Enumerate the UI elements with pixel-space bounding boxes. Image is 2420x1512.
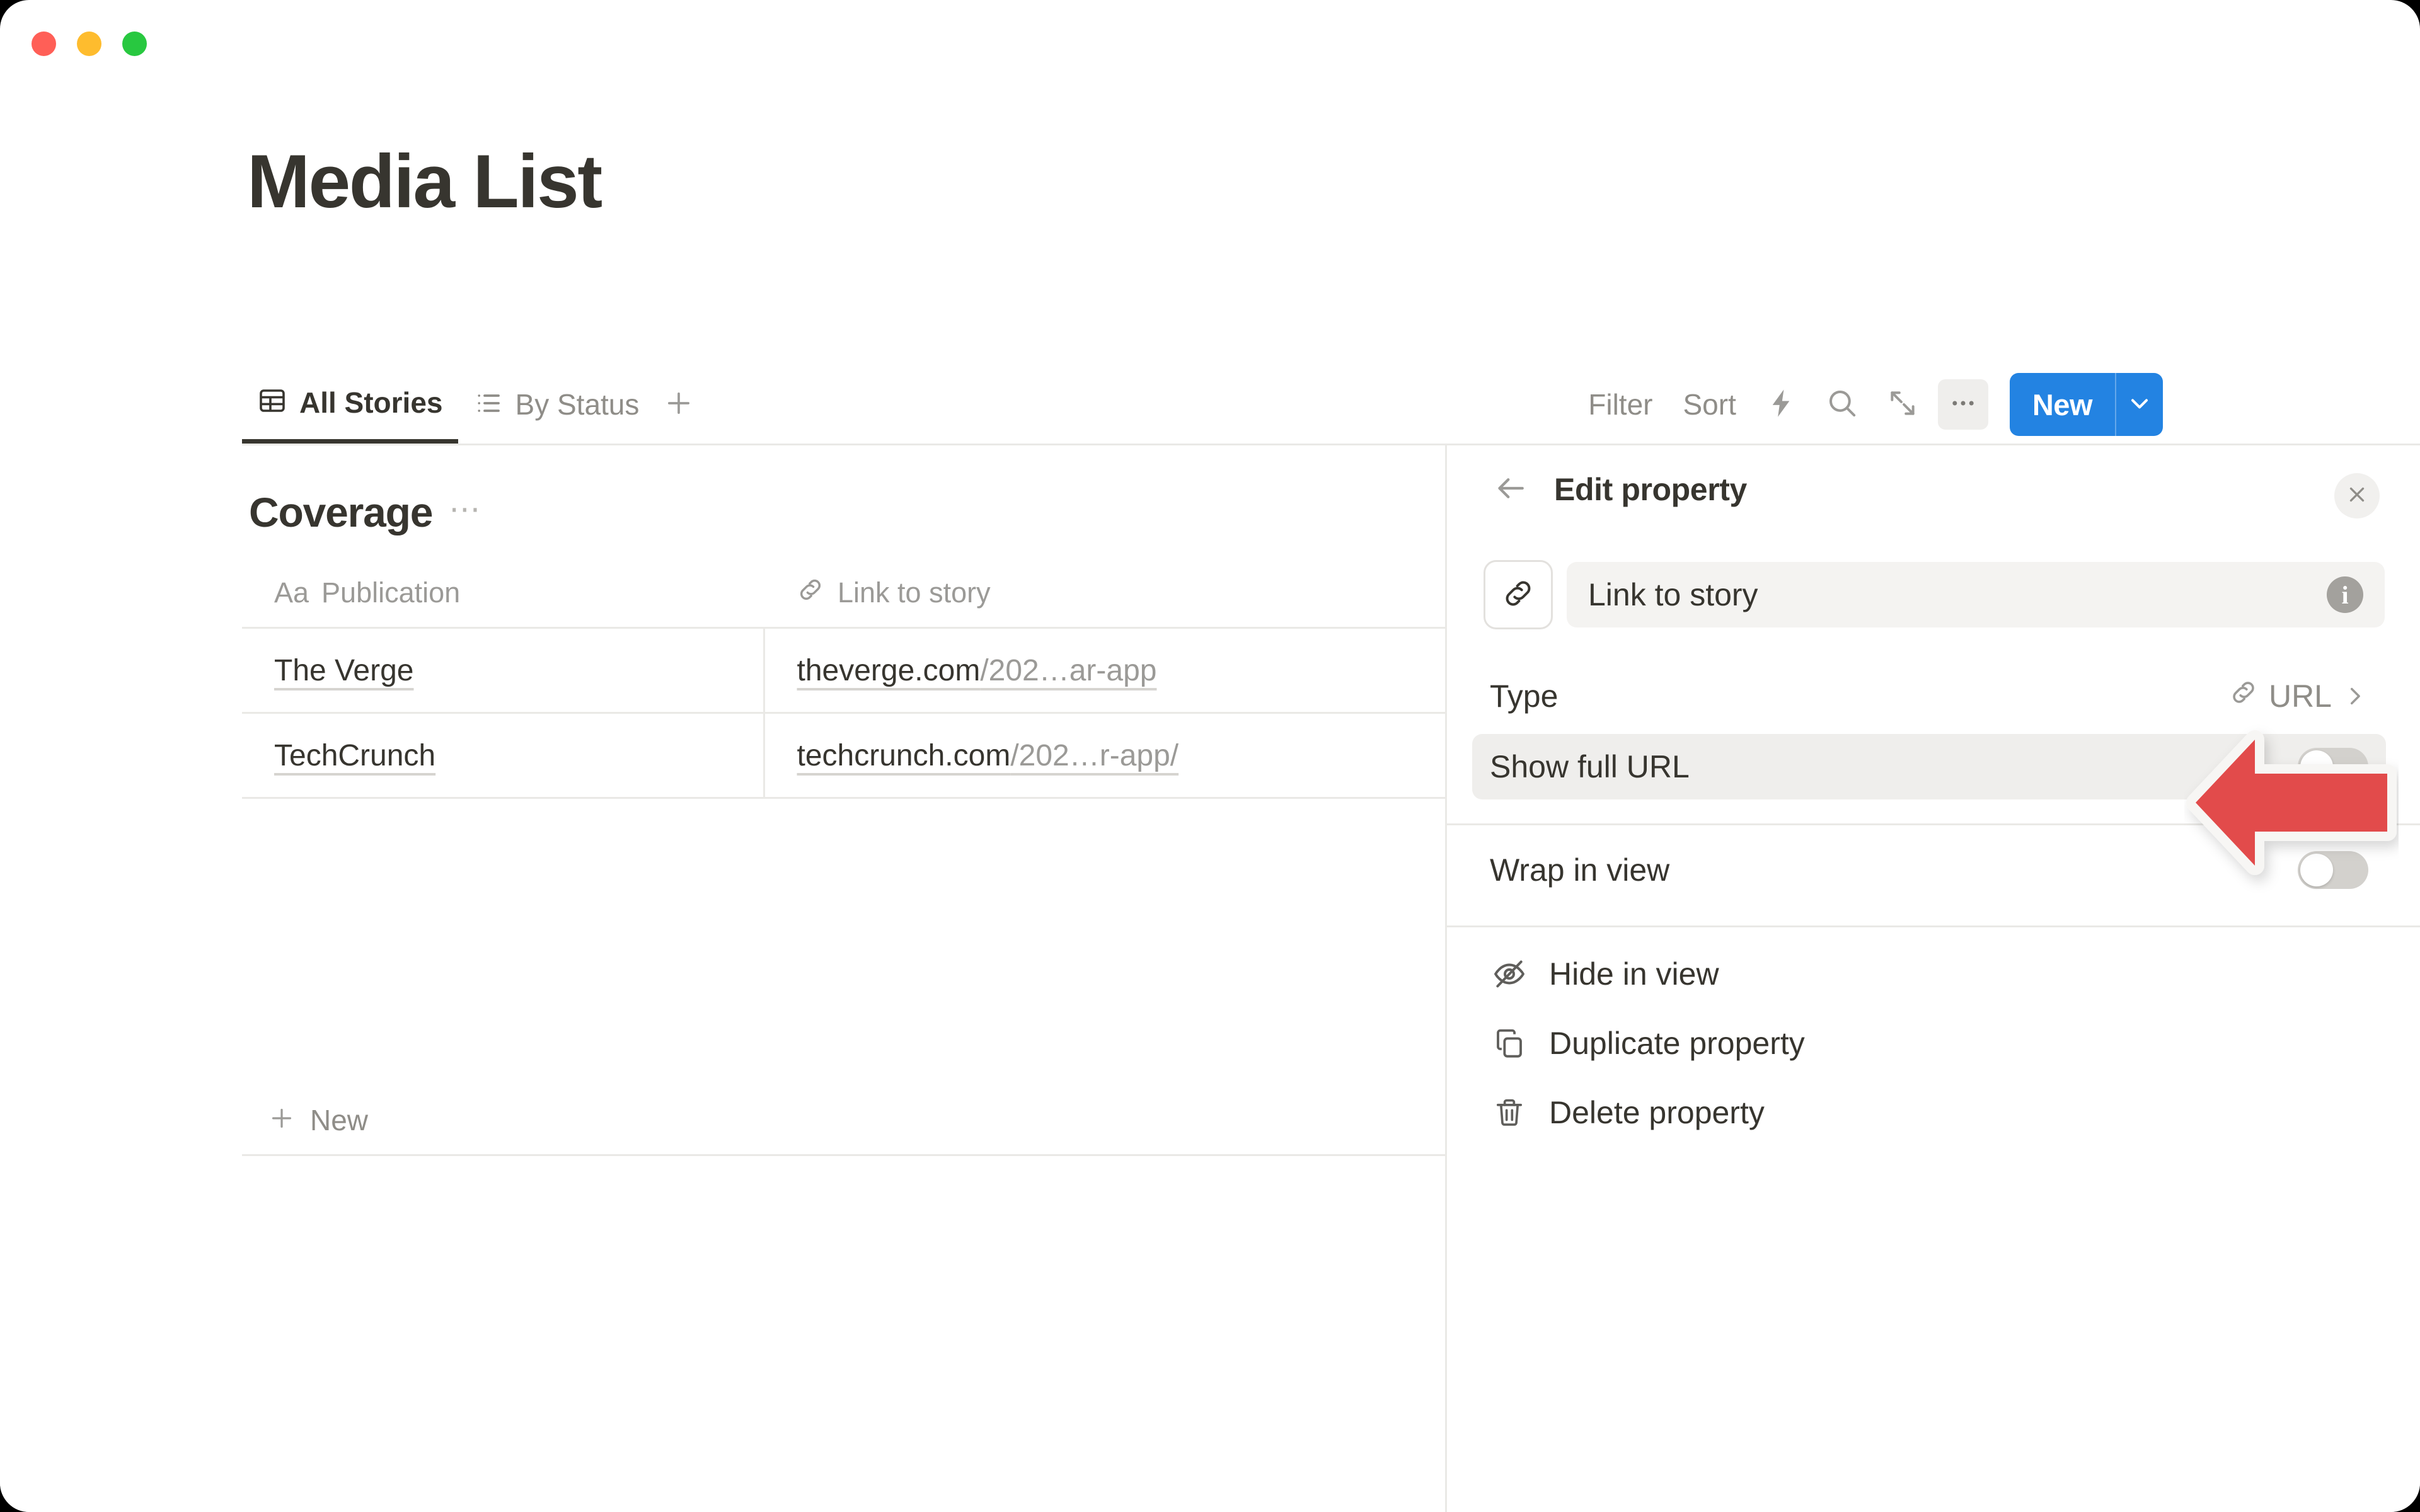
menu-item-label: Duplicate property [1549,1025,1805,1062]
more-options-button[interactable] [1938,379,1988,430]
panel-title: Edit property [1554,471,1747,508]
filter-button[interactable]: Filter [1573,390,1668,419]
chevron-right-icon [2342,683,2368,709]
record-link[interactable]: The Verge [274,654,413,687]
panel-section-divider [1447,823,2420,825]
column-header-publication[interactable]: Aa Publication [242,559,764,628]
table-header-row: Aa Publication Link to [242,559,1452,628]
wrap-in-view-toggle[interactable] [2298,851,2368,889]
view-tabs: All Stories By Status [242,365,703,444]
info-icon[interactable]: i [2327,576,2363,613]
url-link[interactable]: theverge.com/202…ar-app [797,654,1157,687]
panel-header: Edit property [1447,445,2420,534]
page-title: Media List [247,144,601,219]
chevron-down-icon [2126,389,2153,420]
record-link[interactable]: TechCrunch [274,739,435,772]
wrap-in-view-label: Wrap in view [1490,852,2298,888]
url-host: theverge.com [797,654,981,687]
delete-property-menu-item[interactable]: Delete property [1472,1079,2386,1146]
hide-in-view-menu-item[interactable]: Hide in view [1472,941,2386,1007]
toggle-knob [2300,854,2333,886]
link-icon [2228,677,2259,715]
title-type-icon: Aa [274,576,309,609]
menu-item-label: Delete property [1549,1094,1765,1131]
property-type-icon-button[interactable] [1484,560,1553,629]
expand-button[interactable] [1877,379,1928,430]
property-name-row: Link to story i [1484,560,2385,629]
plus-icon [662,387,695,423]
database-table: Aa Publication Link to [242,559,1452,799]
table-row: TechCrunch techcrunch.com/202…r-app/ [242,713,1452,798]
duplicate-property-menu-item[interactable]: Duplicate property [1472,1010,2386,1077]
database-header: Coverage ⋯ [249,491,482,533]
list-icon [473,388,504,421]
new-record-button[interactable]: New [2010,373,2163,436]
database-title: Coverage [249,491,432,533]
property-type-name: URL [2269,678,2332,714]
wrap-in-view-row[interactable]: Wrap in view [1472,837,2386,903]
panel-close-button[interactable] [2334,473,2380,518]
new-button-label: New [2010,373,2115,436]
column-label: Link to story [838,576,991,609]
copy-icon [1490,1026,1529,1060]
tab-label: All Stories [299,388,443,417]
column-label: Publication [321,576,460,609]
link-icon [796,575,825,611]
url-path: /202…r-app/ [1010,739,1178,772]
toggle-knob [2300,750,2333,783]
panel-back-button[interactable] [1484,462,1538,517]
show-full-url-toggle[interactable] [2298,748,2368,786]
link-icon [1501,576,1536,614]
edit-property-panel: Edit property Link to story [1447,445,2420,1512]
minimize-window-button[interactable] [77,32,101,56]
url-host: techcrunch.com [797,739,1011,772]
search-icon [1825,386,1859,423]
eye-off-icon [1490,956,1529,992]
search-button[interactable] [1817,379,1867,430]
window-controls [32,32,147,56]
app-window: Media List All Stories [0,0,2420,1512]
property-type-row[interactable]: Type URL [1472,663,2386,729]
expand-icon [1887,387,1918,422]
show-full-url-row[interactable]: Show full URL [1472,734,2386,799]
cell-link-to-story[interactable]: techcrunch.com/202…r-app/ [764,713,1452,798]
add-row-label: New [310,1103,368,1137]
view-tab-bar: All Stories By Status [0,365,2420,444]
database-area: Coverage ⋯ Aa Publication [0,445,1445,1512]
property-name-input[interactable]: Link to story i [1567,562,2385,627]
cell-publication[interactable]: The Verge [242,628,764,713]
show-full-url-label: Show full URL [1490,748,2298,785]
tab-all-stories[interactable]: All Stories [242,365,458,444]
url-link[interactable]: techcrunch.com/202…r-app/ [797,739,1179,772]
close-icon [2345,483,2369,510]
cell-link-to-story[interactable]: theverge.com/202…ar-app [764,628,1452,713]
lightning-icon [1765,387,1798,423]
panel-section-divider [1447,925,2420,927]
table-row: The Verge theverge.com/202…ar-app [242,628,1452,713]
property-name-value: Link to story [1588,576,2327,613]
cell-publication[interactable]: TechCrunch [242,713,764,798]
ellipsis-icon [1948,388,1978,421]
tab-by-status[interactable]: By Status [458,365,655,444]
automation-button[interactable] [1756,379,1807,430]
add-view-button[interactable] [654,365,703,444]
add-row-button[interactable]: New [242,1085,1452,1156]
trash-icon [1490,1096,1529,1129]
url-path: /202…ar-app [980,654,1156,687]
tab-label: By Status [516,390,640,419]
property-type-label: Type [1490,678,2228,714]
new-button-dropdown[interactable] [2116,373,2163,436]
view-toolbar: Filter Sort [1573,365,2163,444]
database-options-button[interactable]: ⋯ [449,493,482,531]
arrow-left-icon [1492,469,1530,510]
property-type-value: URL [2228,677,2332,715]
table-icon [257,386,287,419]
sort-button[interactable]: Sort [1668,390,1751,419]
zoom-window-button[interactable] [122,32,147,56]
menu-item-label: Hide in view [1549,956,1719,992]
close-window-button[interactable] [32,32,56,56]
plus-icon [267,1104,296,1136]
column-header-link-to-story[interactable]: Link to story [764,559,1452,628]
